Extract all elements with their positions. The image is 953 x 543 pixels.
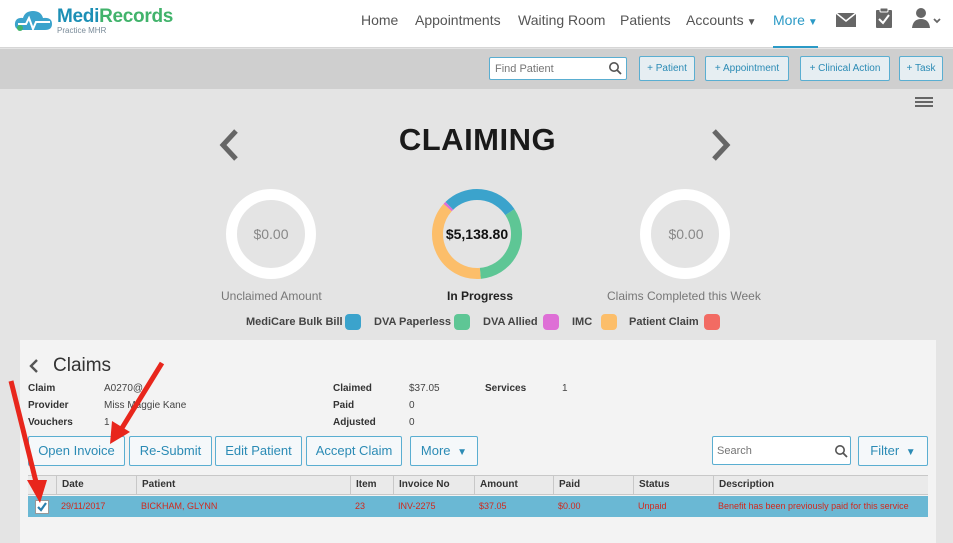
back-chevron-icon[interactable] — [28, 358, 40, 374]
logo-name: MediRecords — [57, 6, 174, 27]
column-header-description[interactable]: Description — [713, 475, 928, 495]
unclaimed-value: $0.00 — [253, 226, 289, 242]
user-menu-icon[interactable] — [912, 7, 942, 29]
chevron-down-icon: ▼ — [457, 447, 468, 458]
legend-swatch — [345, 314, 361, 330]
vouchers-label: Vouchers — [28, 417, 73, 428]
find-patient-input[interactable] — [489, 57, 627, 80]
add-patient-button[interactable]: + Patient — [639, 56, 695, 81]
add-clinical-action-button[interactable]: + Clinical Action — [800, 56, 890, 81]
cloud-logo-icon — [14, 11, 52, 32]
chevron-down-icon: ▼ — [746, 17, 757, 28]
claims-title: Claims — [53, 355, 112, 376]
claimed-value: $37.05 — [409, 383, 440, 394]
cell-paid: $0.00 — [558, 501, 581, 511]
legend-label: Patient Claim — [629, 316, 699, 328]
nav-appointments[interactable]: Appointments — [415, 12, 501, 36]
filter-button-label: Filter — [870, 443, 900, 458]
claims-search-input[interactable] — [712, 436, 851, 465]
chevron-down-icon: ▼ — [905, 447, 916, 458]
unclaimed-caption: Unclaimed Amount — [221, 289, 322, 303]
paid-value: 0 — [409, 400, 415, 411]
claim-value: A0270@ — [104, 383, 144, 394]
chevron-down-icon: ▼ — [807, 17, 818, 28]
column-header-date[interactable]: Date — [56, 475, 136, 495]
cell-description: Benefit has been previously paid for thi… — [718, 501, 909, 511]
checkmark-icon — [37, 502, 47, 512]
row-checkbox[interactable] — [35, 500, 49, 514]
legend-swatch — [704, 314, 720, 330]
hamburger-menu-icon[interactable] — [915, 97, 933, 107]
filter-button[interactable]: Filter ▼ — [858, 436, 928, 466]
nav-patients[interactable]: Patients — [620, 12, 671, 36]
column-header-status[interactable]: Status — [633, 475, 713, 495]
nav-more-label: More — [773, 12, 805, 28]
page-title: CLAIMING — [398, 122, 557, 157]
legend-swatch — [543, 314, 559, 330]
select-all-column[interactable] — [28, 475, 56, 495]
vouchers-value: 1 — [104, 417, 110, 428]
donut-slice-dva-paperless — [479, 209, 522, 279]
open-invoice-button[interactable]: Open Invoice — [28, 436, 125, 466]
column-header-paid[interactable]: Paid — [553, 475, 633, 495]
adjusted-value: 0 — [409, 417, 415, 428]
column-header-amount[interactable]: Amount — [474, 475, 553, 495]
top-navbar: MediRecords Practice MHR Home Appointmen… — [0, 0, 953, 48]
cell-item: 23 — [355, 501, 366, 511]
logo-subtitle: Practice MHR — [57, 26, 107, 35]
nav-home[interactable]: Home — [361, 12, 398, 36]
claimed-label: Claimed — [333, 383, 372, 394]
in-progress-value: $5,138.80 — [445, 226, 509, 242]
legend-label: MediCare Bulk Bill — [246, 316, 343, 328]
clipboard-check-icon[interactable] — [873, 7, 895, 29]
nav-more[interactable]: More ▼ — [773, 12, 818, 48]
column-header-patient[interactable]: Patient — [136, 475, 350, 495]
cell-invoice: INV-2275 — [398, 501, 436, 511]
legend-swatch — [454, 314, 470, 330]
column-header-item[interactable]: Item — [350, 475, 393, 495]
previous-chevron-icon[interactable] — [218, 128, 240, 162]
legend-swatch — [601, 314, 617, 330]
search-icon[interactable] — [608, 61, 622, 75]
legend-label: DVA Paperless — [374, 316, 452, 328]
donut-slice-dva-allied — [443, 201, 454, 212]
search-icon[interactable] — [834, 444, 848, 458]
action-bar: + Patient + Appointment + Clinical Actio… — [0, 49, 953, 89]
provider-label: Provider — [28, 400, 69, 411]
cell-date: 29/11/2017 — [61, 501, 106, 511]
adjusted-label: Adjusted — [333, 417, 376, 428]
nav-accounts-label: Accounts — [686, 12, 744, 28]
services-value: 1 — [562, 383, 568, 394]
completed-caption: Claims Completed this Week — [607, 289, 761, 303]
next-chevron-icon[interactable] — [710, 128, 732, 162]
more-dropdown-button[interactable]: More ▼ — [410, 436, 478, 466]
column-header-invoice-no[interactable]: Invoice No — [393, 475, 474, 495]
legend-label: DVA Allied — [483, 316, 538, 328]
mail-icon[interactable] — [835, 9, 857, 31]
add-appointment-button[interactable]: + Appointment — [705, 56, 789, 81]
provider-value: Miss Maggie Kane — [104, 400, 187, 411]
donut-slice-medicare-bulk-bill — [445, 189, 515, 216]
edit-patient-button[interactable]: Edit Patient — [215, 436, 302, 466]
resubmit-button[interactable]: Re-Submit — [129, 436, 212, 466]
nav-accounts[interactable]: Accounts ▼ — [686, 12, 757, 36]
add-task-button[interactable]: + Task — [899, 56, 943, 81]
paid-label: Paid — [333, 400, 355, 411]
in-progress-caption: In Progress — [447, 289, 514, 303]
cell-status: Unpaid — [638, 501, 667, 511]
completed-value: $0.00 — [668, 226, 704, 242]
cell-amount: $37.05 — [479, 501, 507, 511]
more-button-label: More — [420, 443, 451, 458]
claim-label: Claim — [28, 383, 56, 394]
cell-patient: BICKHAM, GLYNN — [141, 501, 218, 511]
nav-waiting-room[interactable]: Waiting Room — [518, 12, 605, 36]
accept-claim-button[interactable]: Accept Claim — [306, 436, 402, 466]
legend-label: IMC — [572, 316, 593, 328]
services-label: Services — [485, 383, 527, 394]
